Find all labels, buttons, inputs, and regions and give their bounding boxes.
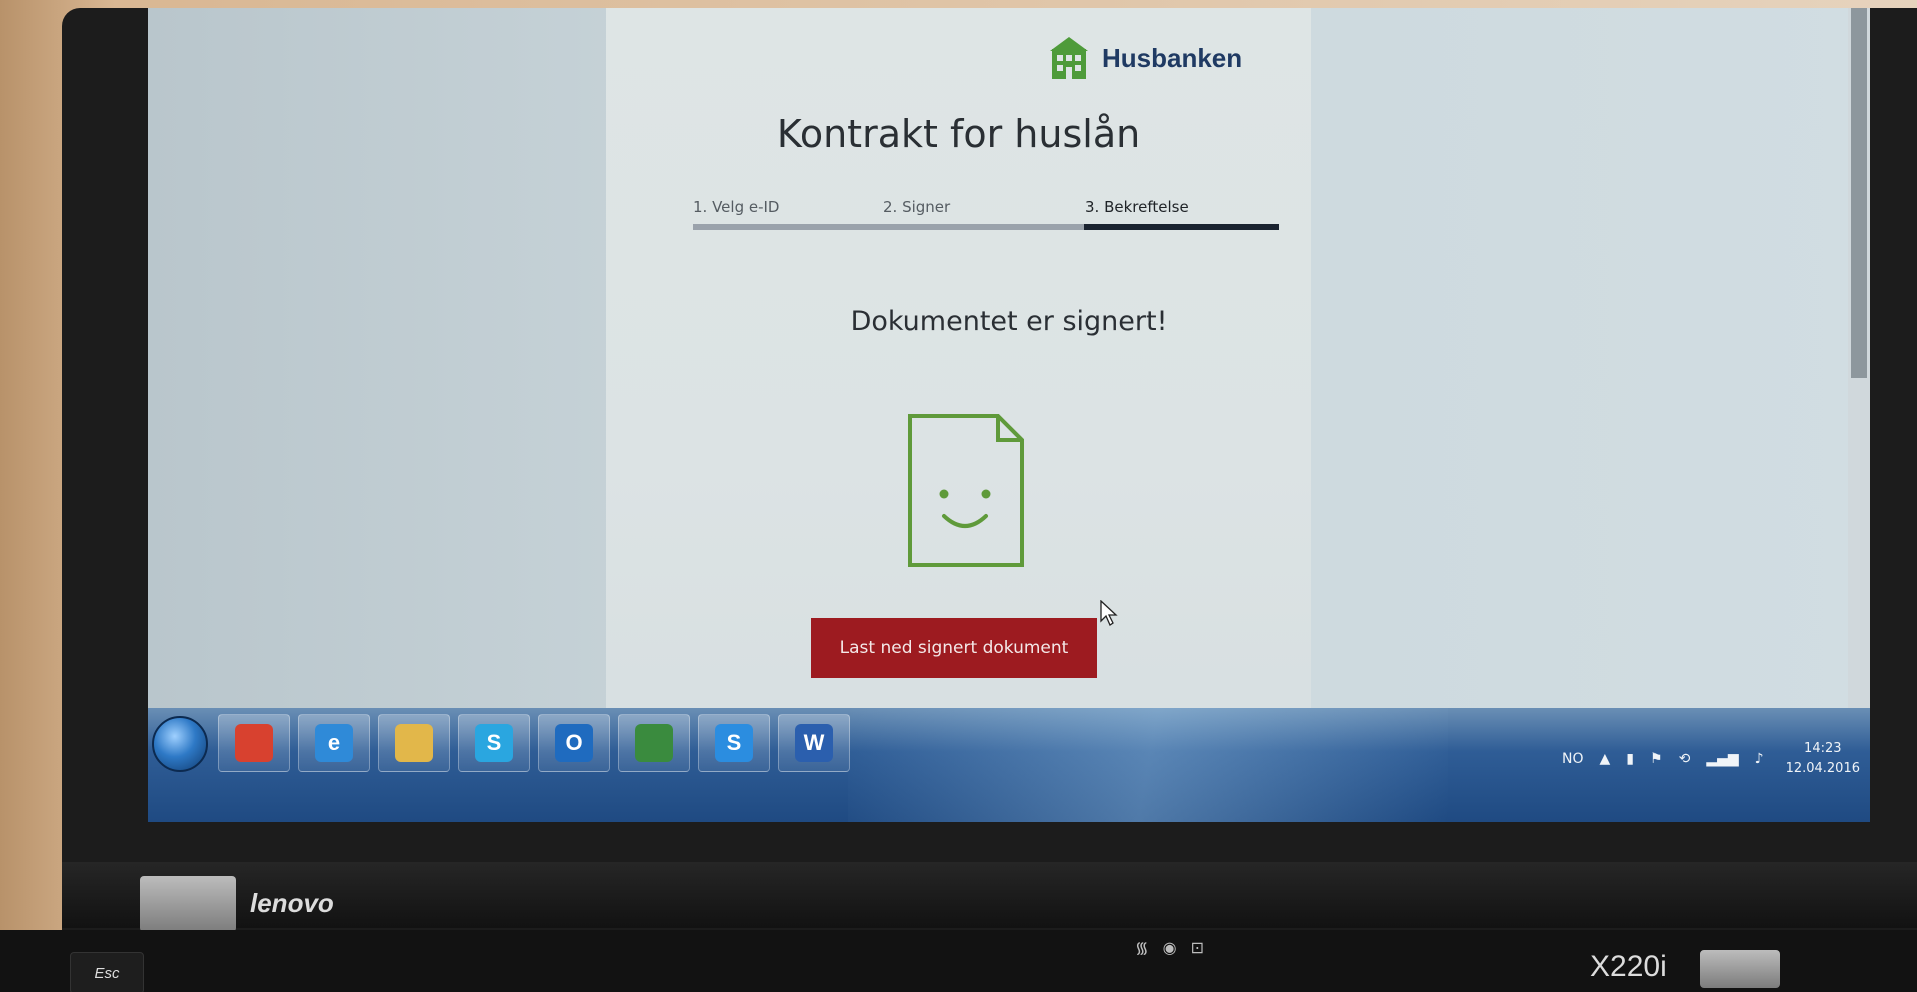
page-scrollbar[interactable]: ▼ xyxy=(1848,8,1870,760)
step-2-label: 2. Signer xyxy=(883,198,951,216)
show-hidden-icons-icon[interactable]: ▲ xyxy=(1600,751,1611,767)
right-lid-latch xyxy=(1700,950,1780,988)
chrome-icon xyxy=(235,724,273,762)
step-1-label: 1. Velg e-ID xyxy=(693,198,780,216)
internet-explorer-icon: e xyxy=(315,724,353,762)
page-title: Kontrakt for huslån xyxy=(776,112,1141,156)
action-center-flag-icon[interactable]: ⚑ xyxy=(1650,751,1663,767)
clock-time: 14:23 xyxy=(1804,741,1842,756)
skype-for-business-icon: S xyxy=(715,724,753,762)
clock-date: 12.04.2016 xyxy=(1785,761,1860,776)
laptop-hinge xyxy=(62,862,1917,928)
husbanken-logo[interactable]: Husbanken xyxy=(1048,30,1242,86)
taskbar-app-button[interactable]: O xyxy=(538,714,610,772)
step-progress-fill xyxy=(1083,224,1279,230)
start-button[interactable] xyxy=(152,716,208,772)
volume-icon[interactable]: ♪ xyxy=(1755,751,1764,767)
battery-icon[interactable]: ▮ xyxy=(1626,751,1634,767)
status-leds-icon: ᯾◉⊡ xyxy=(1135,938,1218,957)
husbanken-logo-icon xyxy=(1050,37,1088,79)
word-icon: W xyxy=(795,724,833,762)
photo-scene: Husbanken Kontrakt for huslån 1. Velg e-… xyxy=(0,0,1917,992)
system-tray: NO ▲ ▮ ⚑ ⟲ ▂▄▆ ♪ 14:23 12.04.2016 xyxy=(1546,736,1860,782)
taskbar-app-button[interactable]: e xyxy=(298,714,370,772)
language-indicator[interactable]: NO xyxy=(1562,751,1584,767)
step-progress-bar xyxy=(693,224,1279,230)
taskbar-app-button[interactable] xyxy=(378,714,450,772)
browser-viewport: Husbanken Kontrakt for huslån 1. Velg e-… xyxy=(148,8,1870,760)
taskbar-glow xyxy=(848,708,1448,822)
taskbar-app-button[interactable] xyxy=(618,714,690,772)
lenovo-brand-label: lenovo xyxy=(250,888,334,918)
taskbar-app-button[interactable] xyxy=(218,714,290,772)
esc-key: Esc xyxy=(70,952,144,992)
taskbar-app-button[interactable]: S xyxy=(698,714,770,772)
skype-icon: S xyxy=(475,724,513,762)
windows-taskbar: e S O S W NO ▲ ▮ ⚑ ⟲ ▂▄▆ ♪ 14:23 12.04.2016 xyxy=(148,708,1870,822)
signal-strength-icon[interactable]: ▂▄▆ xyxy=(1706,751,1738,767)
scrollbar-thumb[interactable] xyxy=(1851,8,1867,378)
taskbar-app-button[interactable]: W xyxy=(778,714,850,772)
taskbar-clock[interactable]: 14:23 12.04.2016 xyxy=(1786,739,1860,779)
smiling-document-icon xyxy=(908,414,1024,567)
file-explorer-icon xyxy=(395,724,433,762)
step-3-label: 3. Bekreftelse xyxy=(1085,198,1189,216)
download-signed-document-button[interactable]: Last ned signert dokument xyxy=(811,618,1097,678)
outlook-icon: O xyxy=(555,724,593,762)
project-icon xyxy=(635,724,673,762)
mouse-cursor-icon xyxy=(1100,600,1118,626)
husbanken-logo-text: Husbanken xyxy=(1102,42,1243,73)
step-indicator: 1. Velg e-ID 2. Signer 3. Bekreftelse xyxy=(693,198,1279,238)
sync-icon[interactable]: ⟲ xyxy=(1679,751,1691,767)
taskbar-app-button[interactable]: S xyxy=(458,714,530,772)
signed-status-message: Dokumentet er signert! xyxy=(850,306,1168,337)
left-lid-latch xyxy=(140,876,236,932)
laptop-screen: Husbanken Kontrakt for huslån 1. Velg e-… xyxy=(148,8,1870,822)
model-label: X220i xyxy=(1590,950,1667,983)
